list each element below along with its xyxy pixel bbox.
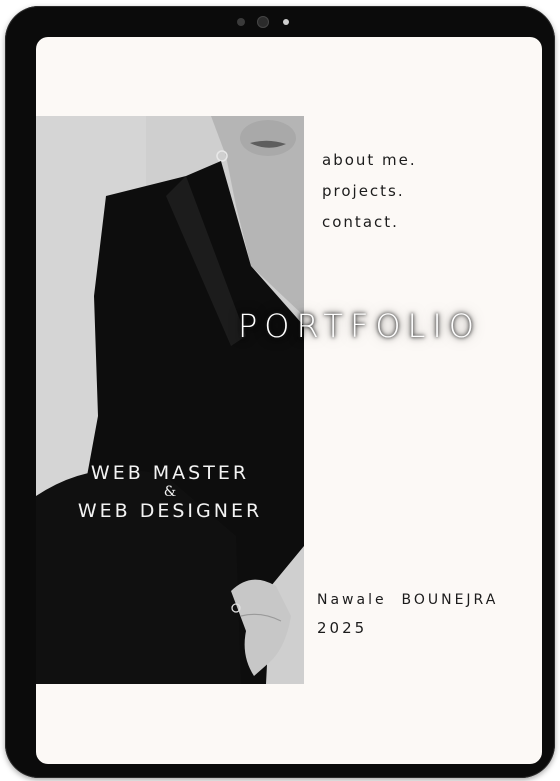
photo-chin — [240, 120, 296, 156]
nav-about-me[interactable]: about me. — [322, 145, 417, 176]
role-line-web-designer: WEB DESIGNER — [77, 500, 263, 522]
role-text: WEB MASTER & WEB DESIGNER — [36, 461, 304, 523]
portfolio-title: PORTFOLIO — [238, 307, 481, 345]
nav-contact[interactable]: contact. — [322, 207, 417, 238]
author-year: 2025 — [317, 619, 368, 637]
author-block: Nawale BOUNEJRA 2025 — [317, 587, 498, 643]
author-name: Nawale BOUNEJRA — [317, 592, 499, 608]
camera-bar — [237, 16, 307, 28]
role-ampersand: & — [163, 484, 177, 500]
portrait-photo — [36, 116, 304, 684]
nav-projects[interactable]: projects. — [322, 176, 417, 207]
role-line-web-master: WEB MASTER — [90, 462, 250, 484]
portfolio-nav: about me. projects. contact. — [322, 145, 417, 238]
camera-icon — [257, 16, 269, 28]
sensor-icon — [237, 18, 245, 26]
light-sensor-icon — [283, 19, 289, 25]
tablet-frame: about me. projects. contact. PORTFOLIO W… — [5, 6, 555, 778]
screen: about me. projects. contact. PORTFOLIO W… — [36, 37, 542, 764]
portrait-illustration — [36, 116, 304, 684]
